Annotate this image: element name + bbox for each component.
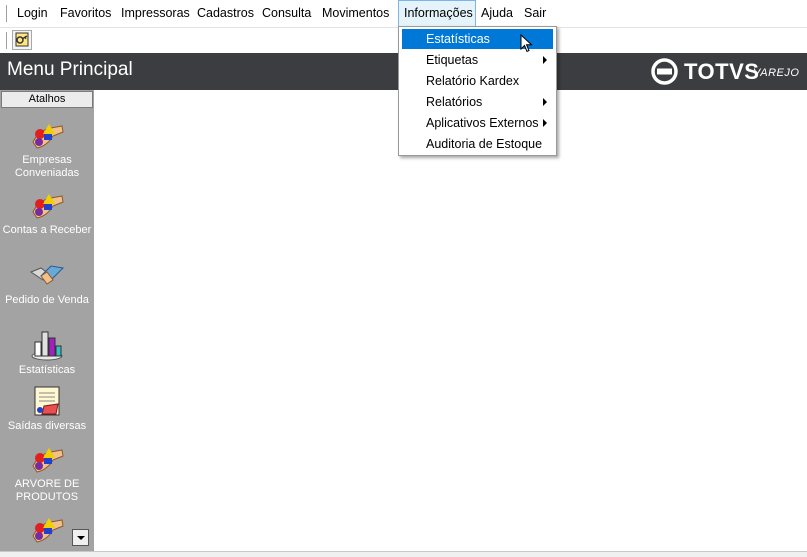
shortcut-label: Saídas diversas	[7, 420, 87, 432]
handshake-icon	[29, 265, 65, 285]
mouse-cursor-icon	[520, 34, 533, 53]
submenu-arrow-icon	[543, 56, 547, 64]
menu-bar: Login Favoritos Impressoras Cadastros Co…	[0, 0, 807, 28]
shortcut-saidas-diversas[interactable]: Saídas diversas	[0, 384, 94, 433]
menu-item-label: Aplicativos Externos	[426, 116, 539, 130]
shortcut-label: ARVORE DE PRODUTOS	[14, 478, 80, 503]
menu-item-label: Relatório Kardex	[426, 74, 520, 88]
submenu-arrow-icon	[543, 98, 547, 106]
menu-ajuda[interactable]: Ajuda	[476, 0, 518, 27]
menu-login[interactable]: Login	[12, 0, 53, 27]
bar-chart-icon	[31, 331, 63, 361]
shortcut-label: Empresas Conveniadas	[14, 154, 80, 179]
totvs-logo-icon	[651, 58, 678, 85]
shortcut-estatisticas[interactable]: Estatísticas	[0, 328, 94, 377]
menu-item-aplicativos-externos[interactable]: Aplicativos Externos	[402, 113, 553, 133]
submenu-arrow-icon	[543, 119, 547, 127]
shortcut-empresas-conveniadas[interactable]: Empresas Conveniadas	[0, 120, 94, 180]
sidebar-scroll-down-button[interactable]	[72, 529, 89, 546]
menu-bar-grip	[6, 5, 10, 22]
menu-item-relatorio-kardex[interactable]: Relatório Kardex	[402, 71, 553, 91]
toolbar-button[interactable]	[12, 30, 32, 50]
shapes-hand-icon	[32, 194, 64, 219]
menu-sair[interactable]: Sair	[519, 0, 551, 27]
toolbar-grip	[6, 32, 10, 49]
shapes-hand-icon	[32, 448, 64, 473]
menu-item-label: Estatísticas	[426, 32, 490, 46]
shortcut-label: Contas a Receber	[2, 224, 92, 236]
menu-item-label: Relatórios	[426, 95, 483, 109]
shortcut-label: Pedido de Venda	[5, 294, 89, 306]
shortcut-label: Estatísticas	[18, 364, 76, 376]
brand-sub: VAREJO	[753, 67, 800, 79]
page-title: Menu Principal	[7, 59, 133, 80]
document-icon	[34, 386, 60, 416]
shapes-hand-icon	[32, 124, 64, 149]
menu-item-label: Etiquetas	[426, 53, 479, 67]
shortcut-pedido-de-venda[interactable]: Pedido de Venda	[0, 260, 94, 307]
main-content-area	[94, 90, 807, 551]
shortcut-contas-a-receber[interactable]: Contas a Receber	[0, 190, 94, 237]
menu-consulta[interactable]: Consulta	[257, 0, 316, 27]
menu-impressoras[interactable]: Impressoras	[116, 0, 195, 27]
shapes-hand-icon	[32, 518, 64, 543]
menu-movimentos[interactable]: Movimentos	[317, 0, 394, 27]
status-bar	[0, 551, 807, 557]
shortcut-arvore-de-produtos[interactable]: ARVORE DE PRODUTOS	[0, 444, 94, 504]
menu-favoritos[interactable]: Favoritos	[55, 0, 116, 27]
menu-informacoes[interactable]: Informações	[398, 0, 476, 27]
key-doc-icon	[15, 32, 29, 47]
menu-item-auditoria-de-estoque[interactable]: Auditoria de Estoque	[402, 134, 553, 154]
menu-item-relatorios[interactable]: Relatórios	[402, 92, 553, 112]
sidebar-header: Atalhos	[1, 91, 93, 108]
menu-cadastros[interactable]: Cadastros	[192, 0, 259, 27]
menu-item-label: Auditoria de Estoque	[426, 137, 543, 151]
shortcuts-sidebar: Atalhos Empresas Conveniadas Contas a Re…	[0, 90, 94, 551]
brand-name: TOTVS	[684, 59, 760, 84]
